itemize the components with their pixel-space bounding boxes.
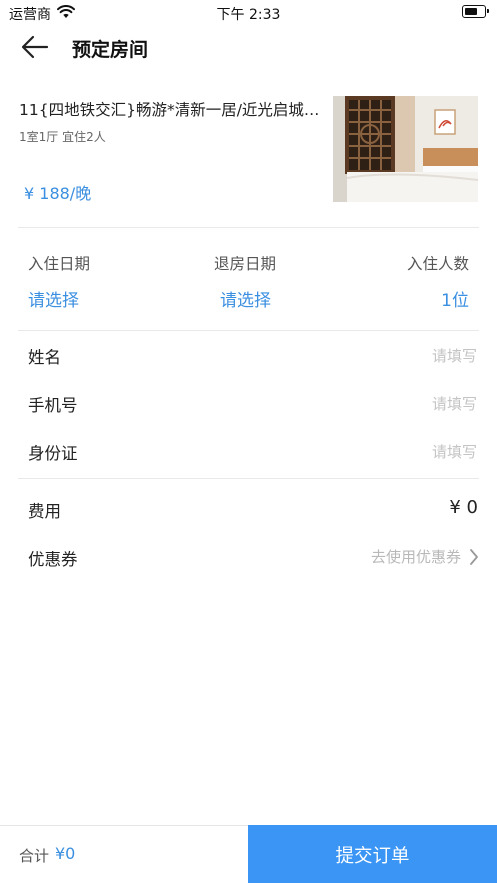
nav-bar: 预定房间 [0,24,497,72]
checkout-label: 退房日期 [214,255,277,273]
checkout-date-picker[interactable]: 请选择 [220,286,271,311]
phone-row: 手机号 [0,380,497,428]
fee-row: 费用 ¥ 0 [0,486,497,534]
room-title: 11{四地铁交汇}畅游*清新一居/近光启城/南大/南京城墙/建宁路 [19,101,324,119]
chevron-right-icon [470,548,478,565]
id-card-label: 身份证 [28,444,78,463]
room-card[interactable]: 11{四地铁交汇}畅游*清新一居/近光启城/南大/南京城墙/建宁路 1室1厅 宜… [0,84,497,228]
battery-icon [462,5,489,18]
status-bar: 运营商 下午 2:33 [0,0,497,24]
checkin-label: 入住日期 [28,255,91,273]
back-arrow-icon [21,35,49,59]
id-card-field[interactable] [257,436,477,468]
name-row: 姓名 [0,332,497,380]
guests-selector[interactable]: 1位 [441,286,469,311]
coupon-label: 优惠券 [28,550,78,569]
name-field[interactable] [257,340,477,372]
use-coupon-text: 去使用优惠券 [370,548,461,566]
checkin-date-picker[interactable]: 请选择 [28,286,79,311]
section-divider [18,478,479,479]
fee-value: ¥ 0 [449,497,478,518]
section-divider [18,330,479,331]
page-title: 预定房间 [72,39,149,61]
use-coupon-link[interactable]: 去使用优惠券 [371,546,479,567]
clock-time: 下午 2:33 [216,7,281,23]
guests-label: 入住人数 [406,255,469,273]
submit-order-button[interactable]: 提交订单 [248,825,497,883]
section-divider [18,227,479,228]
room-price: ¥ 188/晚 [24,184,92,203]
bottom-bar: 合计 ¥0 提交订单 [0,825,497,883]
name-label: 姓名 [28,348,61,367]
room-photo [333,96,478,202]
coupon-row[interactable]: 优惠券 去使用优惠券 [0,534,497,582]
phone-label: 手机号 [28,396,78,415]
booking-dates-row: 入住日期 请选择 退房日期 请选择 入住人数 1位 [0,246,497,326]
phone-field[interactable] [257,388,477,420]
total-value: ¥0 [55,844,76,863]
back-button[interactable] [20,34,60,64]
id-card-row: 身份证 [0,428,497,476]
room-meta: 1室1厅 宜住2人 [19,130,106,144]
total-label: 合计 [19,847,50,865]
fee-label: 费用 [28,502,61,521]
